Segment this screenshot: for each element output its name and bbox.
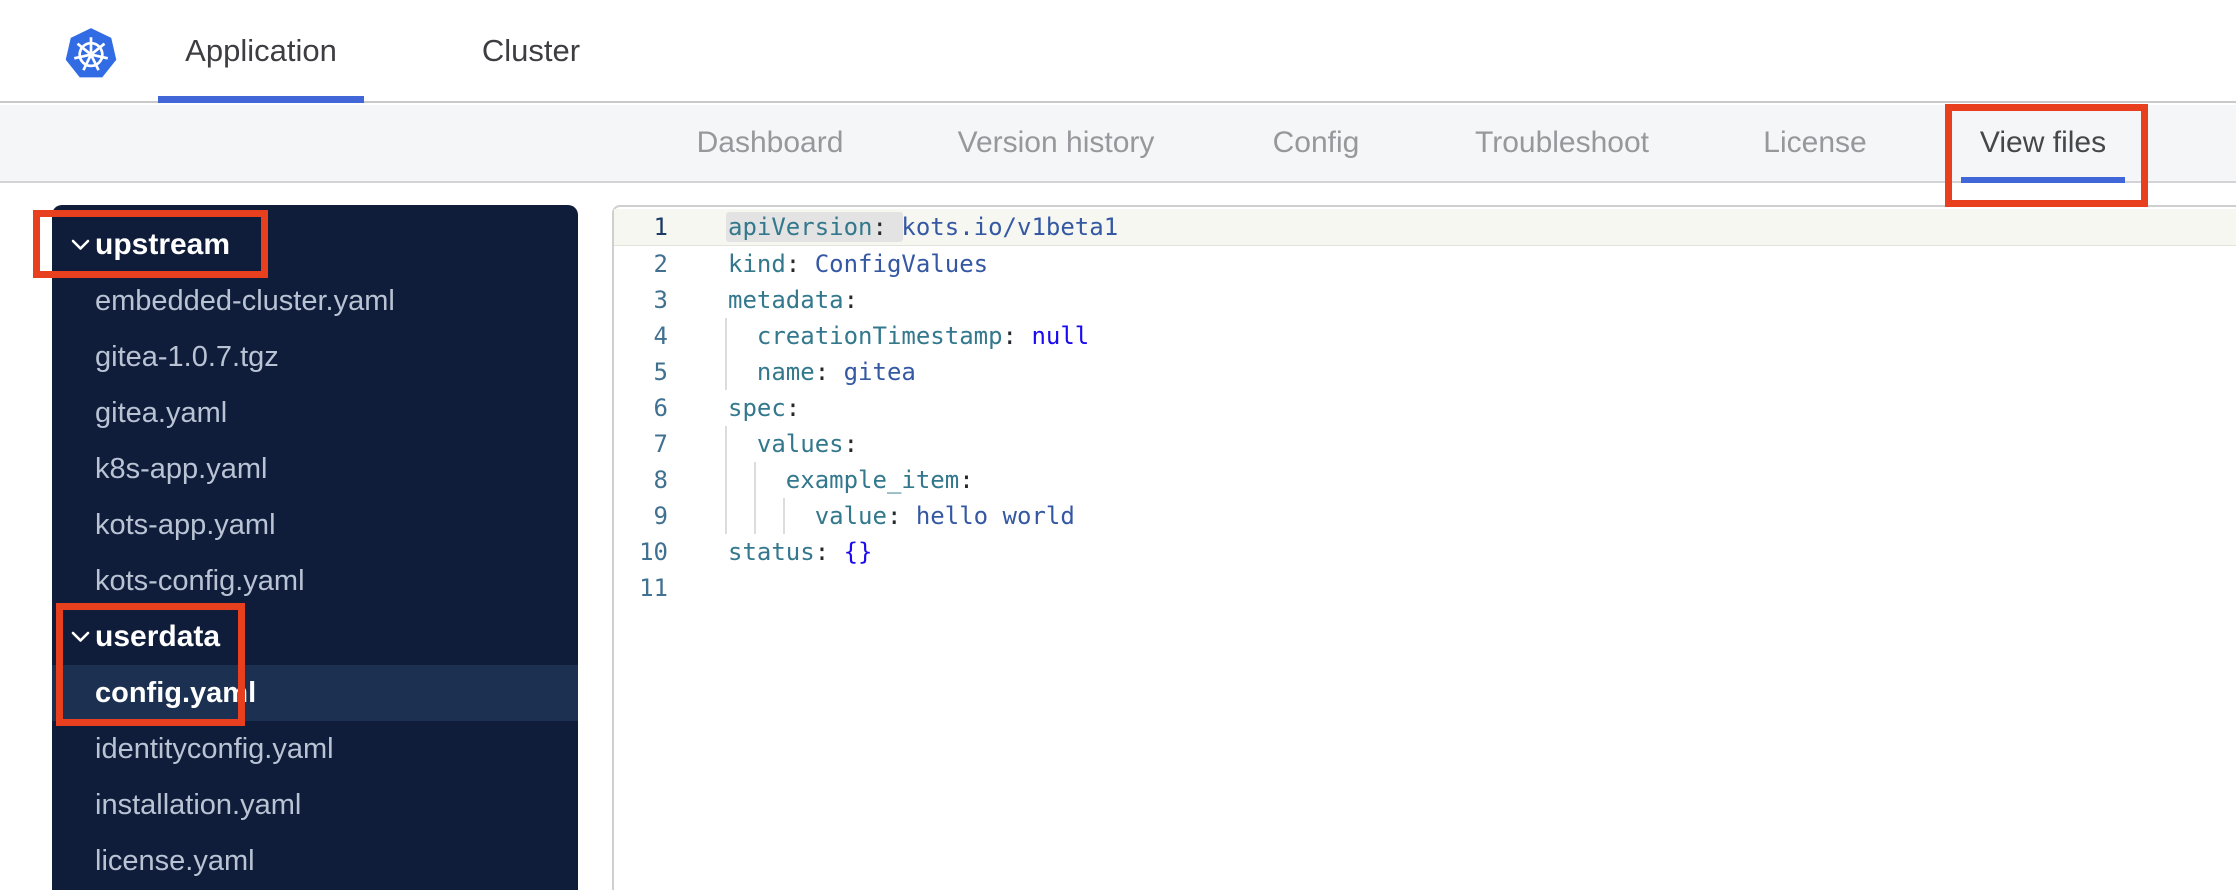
tab-version-history[interactable]: Version history [958, 105, 1155, 181]
indent-guide [725, 426, 727, 462]
tree-item-label: upstream [95, 228, 231, 261]
code-line-text: kind: ConfigValues [728, 250, 989, 278]
code-line-11[interactable]: 11 [614, 570, 2236, 606]
tab-application[interactable]: Application [158, 0, 364, 101]
code-editor[interactable]: 1 apiVersion: kots.io/v1beta1 2 kind: Confi… [612, 205, 2236, 890]
code-line-text: values: [756, 430, 859, 458]
code-line-9[interactable]: 9 value: hello world [614, 498, 2236, 534]
tree-item-label: identityconfig.yaml [95, 732, 334, 765]
code-line-text: metadata: [728, 286, 859, 314]
code-line-5[interactable]: 5 name: gitea [614, 354, 2236, 390]
tree-item-label: config.yaml [95, 676, 257, 709]
code-line-7[interactable]: 7 values: [614, 426, 2236, 462]
tree-item-label: gitea-1.0.7.tgz [95, 340, 279, 373]
tree-file-k8s-app-yaml[interactable]: k8s-app.yaml [52, 441, 578, 497]
tab-config[interactable]: Config [1273, 105, 1360, 181]
tab-license[interactable]: License [1763, 105, 1866, 181]
view-files-underline [1961, 177, 2125, 183]
code-line-text: creationTimestamp: null [756, 322, 1090, 350]
tab-dashboard[interactable]: Dashboard [697, 105, 844, 181]
tree-file-gitea-1-0-7-tgz[interactable]: gitea-1.0.7.tgz [52, 329, 578, 385]
line-number: 10 [639, 538, 668, 566]
indent-guide [725, 498, 727, 534]
line-number: 9 [653, 502, 668, 530]
line-number: 8 [653, 466, 668, 494]
line-number: 11 [639, 574, 668, 602]
tree-file-identityconfig-yaml[interactable]: identityconfig.yaml [52, 721, 578, 777]
line-number: 5 [653, 358, 668, 386]
line-number: 1 [653, 213, 668, 241]
tree-file-installation-yaml[interactable]: installation.yaml [52, 777, 578, 833]
chevron-down-icon [71, 631, 90, 642]
code-line-8[interactable]: 8 example_item: [614, 462, 2236, 498]
tree-file-gitea-yaml[interactable]: gitea.yaml [52, 385, 578, 441]
tree-item-label: userdata [95, 620, 221, 653]
code-line-4[interactable]: 4 creationTimestamp: null [614, 318, 2236, 354]
kots-admin-console: Application Cluster Management Dashboard… [0, 0, 2236, 890]
tree-item-label: embedded-cluster.yaml [95, 284, 395, 317]
secondary-nav: Dashboard Version history Config Trouble… [0, 105, 2236, 183]
tree-file-embedded-cluster-yaml[interactable]: embedded-cluster.yaml [52, 273, 578, 329]
tab-view-files[interactable]: View files [1980, 105, 2106, 181]
code-line-10[interactable]: 10 status: {} [614, 534, 2236, 570]
tab-cluster-management[interactable]: Cluster Management [395, 0, 667, 169]
line-number: 4 [653, 322, 668, 350]
code-line-text: name: gitea [756, 358, 916, 386]
tree-item-label: kots-app.yaml [95, 508, 276, 541]
line-number: 2 [653, 250, 668, 278]
code-line-text: example_item: [785, 466, 974, 494]
top-nav: Application Cluster Management [0, 0, 2236, 169]
tree-folder-userdata[interactable]: userdata [52, 609, 578, 665]
code-line-text: apiVersion: kots.io/v1beta1 [728, 213, 1119, 241]
code-line-6[interactable]: 6 spec: [614, 390, 2236, 426]
tree-item-label: installation.yaml [95, 788, 302, 821]
tree-folder-upstream[interactable]: upstream [52, 217, 578, 273]
chevron-down-icon [71, 239, 90, 250]
tree-item-label: kots-config.yaml [95, 564, 305, 597]
code-line-2[interactable]: 2 kind: ConfigValues [614, 246, 2236, 282]
tab-troubleshoot[interactable]: Troubleshoot [1475, 105, 1649, 181]
file-tree: upstream embedded-cluster.yaml gitea-1.0.7… [52, 205, 578, 890]
code-line-text: status: {} [728, 538, 873, 566]
wheel-hub [87, 51, 95, 58]
code-line-3[interactable]: 3 metadata: [614, 282, 2236, 318]
tree-file-kots-app-yaml[interactable]: kots-app.yaml [52, 497, 578, 553]
line-number: 3 [653, 286, 668, 314]
tree-item-label: k8s-app.yaml [95, 452, 268, 485]
tree-file-kots-config-yaml[interactable]: kots-config.yaml [52, 553, 578, 609]
kubernetes-logo[interactable] [64, 27, 118, 81]
tree-file-license-yaml[interactable]: license.yaml [52, 833, 578, 889]
code-line-text: spec: [728, 394, 801, 422]
indent-guide [725, 462, 727, 498]
indent-guide [725, 318, 727, 354]
line-number: 6 [653, 394, 668, 422]
code-line-1[interactable]: 1 apiVersion: kots.io/v1beta1 [614, 209, 2236, 246]
tree-item-label: license.yaml [95, 844, 255, 877]
line-number: 7 [653, 430, 668, 458]
active-tab-underline [158, 96, 364, 103]
code-line-text: value: hello world [814, 502, 1075, 530]
tree-item-label: gitea.yaml [95, 396, 228, 429]
indent-guide [725, 354, 727, 390]
tree-file-config-yaml[interactable]: config.yaml [52, 665, 578, 721]
